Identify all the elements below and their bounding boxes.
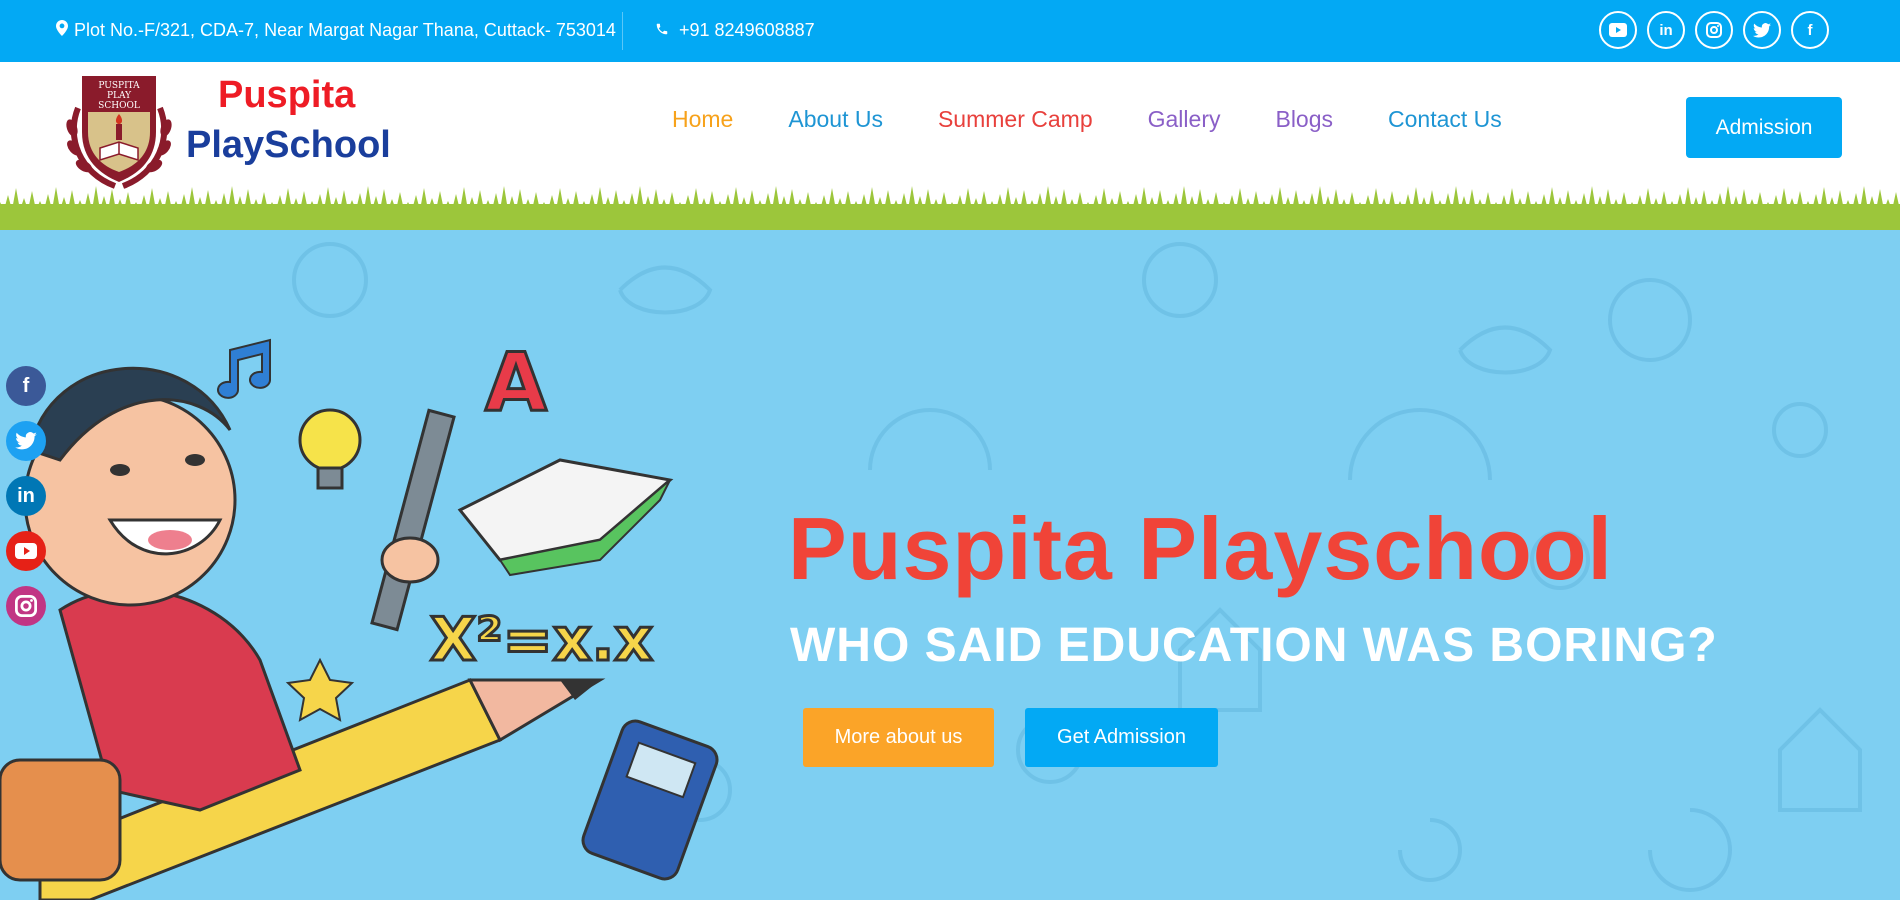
- nav-blogs[interactable]: Blogs: [1275, 106, 1333, 133]
- school-logo[interactable]: PUSPITA PLAY SCHOOL: [60, 68, 178, 190]
- svg-text:A: A: [485, 336, 547, 429]
- phone-icon: [655, 20, 669, 41]
- float-twitter-icon[interactable]: [6, 421, 46, 461]
- linkedin-icon[interactable]: in: [1647, 11, 1685, 49]
- admission-button[interactable]: Admission: [1686, 97, 1842, 158]
- instagram-icon[interactable]: [1695, 11, 1733, 49]
- nav-home[interactable]: Home: [672, 106, 733, 133]
- top-social-links: in f: [1599, 11, 1829, 49]
- get-admission-button[interactable]: Get Admission: [1025, 708, 1218, 767]
- float-youtube-icon[interactable]: [6, 531, 46, 571]
- nav-summer-camp[interactable]: Summer Camp: [938, 106, 1093, 133]
- facebook-icon[interactable]: f: [1791, 11, 1829, 49]
- more-about-us-button[interactable]: More about us: [803, 708, 994, 767]
- svg-text:PUSPITA: PUSPITA: [98, 81, 140, 91]
- map-marker-icon: [56, 20, 68, 41]
- hero-title: Puspita Playschool: [788, 499, 1613, 598]
- hero-section: A X²=x.x Puspita Playschool WHO SAID EDU…: [0, 230, 1900, 900]
- brand-name-line1[interactable]: Puspita: [218, 74, 355, 117]
- top-bar: Plot No.-F/321, CDA-7, Near Margat Nagar…: [0, 0, 1900, 62]
- nav-contact-us[interactable]: Contact Us: [1388, 106, 1502, 133]
- nav-gallery[interactable]: Gallery: [1148, 106, 1221, 133]
- svg-text:PLAY: PLAY: [107, 91, 132, 101]
- phone-text: +91 8249608887: [679, 20, 815, 40]
- main-nav: Home About Us Summer Camp Gallery Blogs …: [672, 106, 1502, 133]
- float-instagram-icon[interactable]: [6, 586, 46, 626]
- address-text: Plot No.-F/321, CDA-7, Near Margat Nagar…: [74, 20, 616, 40]
- svg-text:X²=x.x: X²=x.x: [430, 605, 653, 675]
- twitter-icon[interactable]: [1743, 11, 1781, 49]
- brand-name-line2[interactable]: PlaySchool: [186, 124, 391, 167]
- svg-text:SCHOOL: SCHOOL: [98, 101, 140, 111]
- grass-decoration: [0, 186, 1900, 230]
- youtube-icon[interactable]: [1599, 11, 1637, 49]
- phone[interactable]: +91 8249608887: [655, 20, 815, 41]
- site-header: PUSPITA PLAY SCHOOL Puspita PlaySchool H…: [0, 62, 1900, 230]
- float-facebook-icon[interactable]: f: [6, 366, 46, 406]
- divider: [622, 12, 623, 50]
- address: Plot No.-F/321, CDA-7, Near Margat Nagar…: [56, 20, 616, 41]
- float-linkedin-icon[interactable]: in: [6, 476, 46, 516]
- hero-subtitle: WHO SAID EDUCATION WAS BORING?: [790, 619, 1718, 672]
- nav-about-us[interactable]: About Us: [788, 106, 883, 133]
- boy-on-pencil-illustration: A X²=x.x: [0, 335, 719, 900]
